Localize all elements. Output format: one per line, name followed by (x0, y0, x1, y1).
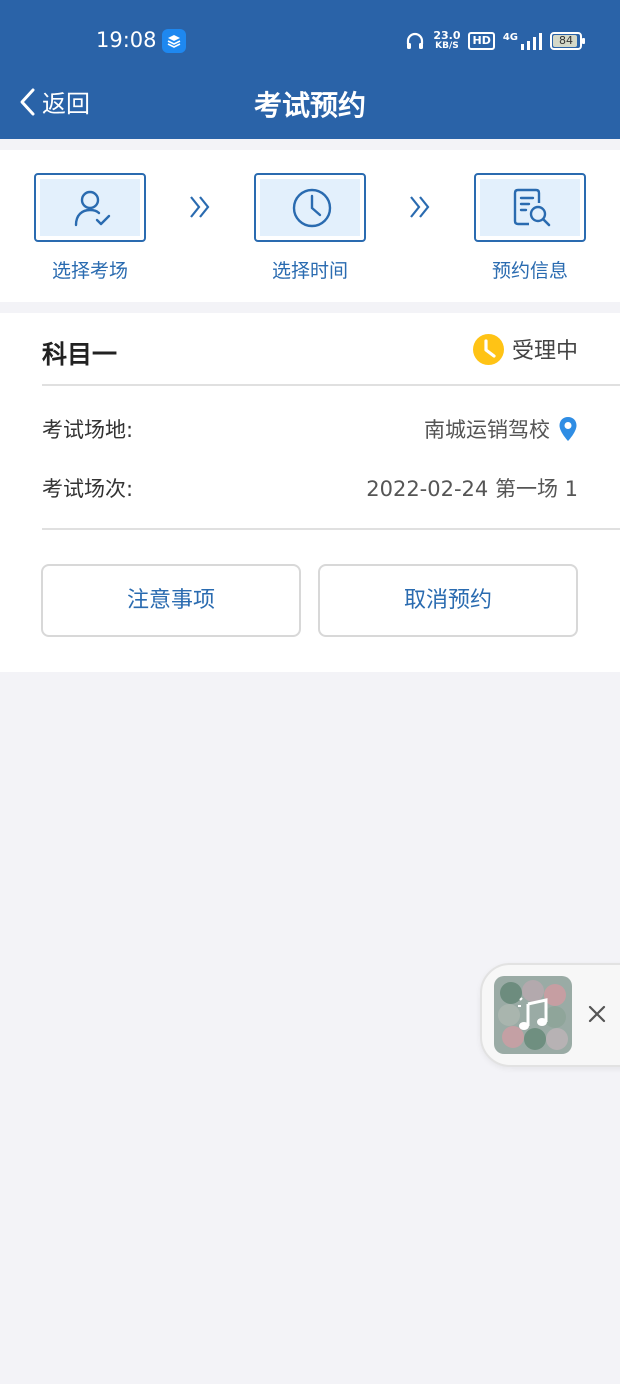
step-icon-box (254, 173, 366, 242)
app-notification-icon (162, 29, 186, 53)
network-type: 4G (502, 31, 518, 43)
hd-badge: HD (468, 32, 495, 50)
battery-icon: 84 (550, 32, 585, 50)
location-pin-icon[interactable] (558, 416, 578, 442)
app-header: 19:08 23.0 KB/S HD 4G 84 返回 考试预约 (0, 0, 620, 139)
exam-booking-card: 科目一 受理中 考试场地: 南城运销驾校 考试场次: 2022-02-24 第一… (0, 313, 620, 672)
double-chevron-right-icon (190, 196, 210, 218)
step-label: 选择时间 (271, 260, 348, 282)
divider (42, 384, 620, 386)
session-label: 考试场次: (42, 477, 134, 501)
step-label: 选择考场 (51, 260, 128, 282)
double-chevron-right-icon (410, 196, 430, 218)
session-row: 考试场次: 2022-02-24 第一场 1 (42, 473, 578, 505)
status-time: 19:08 (96, 28, 157, 52)
status-icons: 23.0 KB/S HD 4G 84 (405, 28, 585, 54)
speed-value: 23.0 (433, 29, 461, 42)
navbar: 返回 考试预约 (0, 80, 620, 139)
status-badge: 受理中 (472, 333, 578, 365)
battery-level: 84 (559, 34, 573, 47)
clock-status-icon (472, 333, 504, 365)
step-label: 预约信息 (491, 260, 568, 282)
status-text: 受理中 (511, 339, 578, 364)
signal-icon (521, 33, 542, 50)
location-value-group[interactable]: 南城运销驾校 (424, 414, 578, 444)
page-title: 考试预约 (253, 89, 366, 122)
floating-music-widget[interactable] (480, 963, 620, 1067)
user-check-icon (74, 190, 111, 227)
music-note-icon (518, 997, 548, 1030)
close-icon[interactable] (586, 1003, 608, 1025)
location-value: 南城运销驾校 (424, 418, 550, 442)
status-bar: 19:08 23.0 KB/S HD 4G 84 (0, 0, 620, 80)
step-select-venue: 选择考场 (34, 173, 146, 283)
step-indicator: 选择考场 选择时间 预约信息 (0, 150, 620, 302)
location-label: 考试场地: (42, 418, 134, 442)
notice-button[interactable]: 注意事项 (41, 564, 301, 637)
divider (42, 528, 620, 530)
document-search-icon (513, 188, 551, 227)
step-booking-info: 预约信息 (474, 173, 586, 283)
cancel-booking-button[interactable]: 取消预约 (318, 564, 578, 637)
location-row: 考试场地: 南城运销驾校 (42, 414, 578, 446)
headphones-icon (407, 32, 424, 49)
subject-title: 科目一 (42, 340, 118, 369)
step-icon-box (474, 173, 586, 242)
music-thumbnail[interactable] (494, 976, 572, 1054)
speed-unit: KB/S (435, 41, 459, 51)
step-icon-box (34, 173, 146, 242)
network-speed: 23.0 KB/S (433, 29, 461, 51)
step-select-time: 选择时间 (254, 173, 366, 283)
session-value: 2022-02-24 第一场 1 (366, 477, 578, 501)
clock-icon (292, 188, 332, 228)
